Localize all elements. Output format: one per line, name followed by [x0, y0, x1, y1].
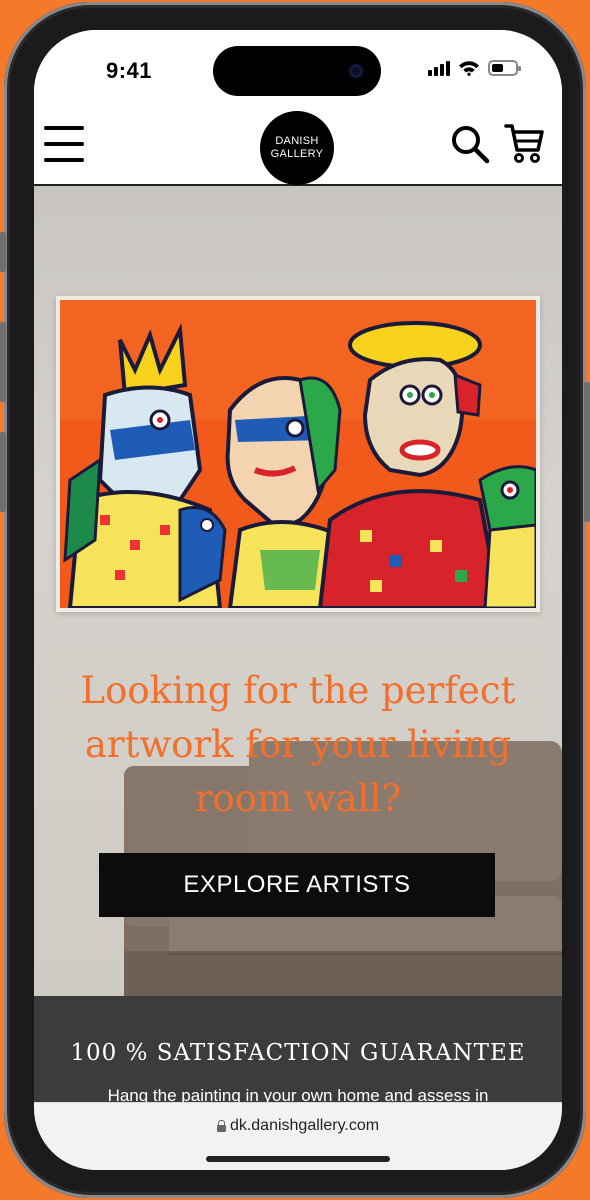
- status-icons: [428, 60, 521, 76]
- power-button: [584, 382, 590, 522]
- camera-icon: [349, 64, 363, 78]
- hero-headline: Looking for the perfect artwork for your…: [80, 669, 516, 820]
- url-field[interactable]: dk.danishgallery.com: [34, 1117, 562, 1135]
- cart-icon[interactable]: [504, 122, 544, 164]
- wifi-icon: [459, 61, 479, 76]
- painting-image: [60, 300, 536, 608]
- site-header: DANISH GALLERY: [34, 110, 562, 186]
- lock-icon: [216, 1120, 226, 1132]
- logo-line-1: DANISH: [275, 135, 319, 147]
- search-icon[interactable]: [450, 124, 490, 164]
- silent-switch: [0, 432, 6, 512]
- battery-icon: [488, 60, 521, 76]
- hero-section: Looking for the perfect artwork for your…: [34, 186, 562, 996]
- volume-up-button: [0, 232, 6, 272]
- guarantee-title: 100 % SATISFACTION GUARANTEE: [70, 1040, 526, 1066]
- logo-line-2: GALLERY: [270, 148, 324, 160]
- featured-painting[interactable]: [56, 296, 540, 612]
- status-time: 9:41: [106, 58, 153, 83]
- home-indicator[interactable]: [206, 1156, 390, 1162]
- cellular-signal-icon: [428, 60, 450, 76]
- status-bar: 9:41: [34, 30, 562, 110]
- screen: 9:41 DANISH GALLERY Looking for the perf…: [34, 30, 562, 1170]
- menu-icon[interactable]: [44, 126, 84, 162]
- url-text: dk.danishgallery.com: [229, 1117, 380, 1134]
- logo[interactable]: DANISH GALLERY: [260, 111, 334, 185]
- explore-artists-button[interactable]: EXPLORE ARTISTS: [99, 853, 495, 917]
- phone-frame: 9:41 DANISH GALLERY Looking for the perf…: [0, 2, 590, 1198]
- volume-down-button: [0, 322, 6, 402]
- dynamic-island: [213, 46, 381, 96]
